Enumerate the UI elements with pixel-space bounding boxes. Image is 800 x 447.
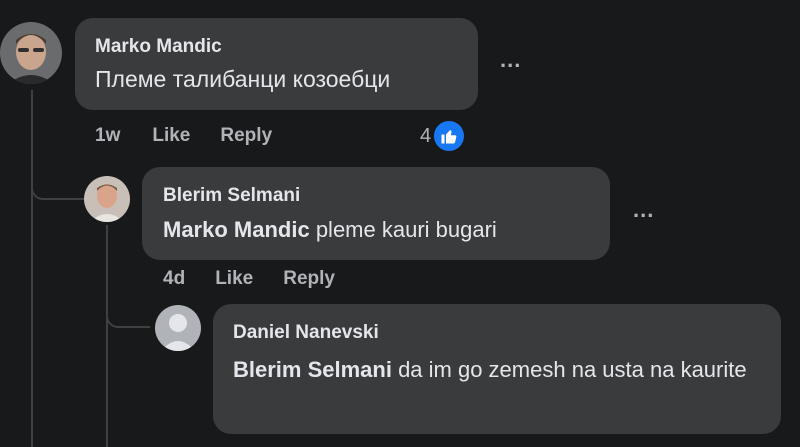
comment-mention[interactable]: Blerim Selmani	[233, 357, 392, 382]
reply-button[interactable]: Reply	[283, 268, 335, 290]
more-options-button[interactable]: ...	[500, 47, 521, 73]
person-photo-icon	[84, 176, 130, 222]
reaction-count: 4	[420, 124, 432, 147]
comment-author[interactable]: Blerim Selmani	[163, 185, 589, 207]
comment-actions-1: 1w Like Reply	[95, 125, 272, 147]
reaction-summary[interactable]: 4	[420, 121, 465, 151]
comment-text: Marko Mandic pleme kauri bugari	[163, 217, 589, 243]
avatar-daniel-nanevski[interactable]	[155, 305, 201, 351]
comment-bubble-3: Daniel Nanevski Blerim Selmani da im go …	[213, 304, 781, 434]
default-profile-icon	[155, 305, 201, 351]
comment-author[interactable]: Marko Mandic	[95, 36, 458, 58]
reply-button[interactable]: Reply	[220, 125, 272, 147]
avatar-marko-mandic[interactable]	[0, 22, 62, 84]
comment-timestamp[interactable]: 1w	[95, 125, 120, 147]
person-photo-icon	[0, 22, 62, 84]
thread-line-reply-1	[106, 225, 108, 447]
comment-body: Племе талибанци козоебци	[95, 66, 391, 92]
comment-actions-2: 4d Like Reply	[163, 268, 335, 290]
comment-author[interactable]: Daniel Nanevski	[233, 322, 761, 344]
comment-text: Blerim Selmani da im go zemesh na usta n…	[233, 352, 753, 388]
comment-bubble-2: Blerim Selmani Marko Mandic pleme kauri …	[142, 167, 610, 260]
thread-connector-reply-1	[31, 170, 85, 200]
avatar-blerim-selmani[interactable]	[84, 176, 130, 222]
like-icon	[434, 121, 465, 151]
comment-mention[interactable]: Marko Mandic	[163, 217, 310, 242]
thread-connector-reply-2	[106, 300, 150, 328]
like-button[interactable]: Like	[215, 268, 253, 290]
like-button[interactable]: Like	[152, 125, 190, 147]
comment-text: Племе талибанци козоебци	[95, 66, 458, 93]
comment-body: pleme kauri bugari	[309, 217, 497, 242]
thread-line-main	[31, 90, 33, 447]
comment-timestamp[interactable]: 4d	[163, 268, 185, 290]
more-options-button[interactable]: ...	[633, 197, 654, 223]
comment-body: da im go zemesh na usta na kaurite	[391, 357, 747, 382]
comment-bubble-1: Marko Mandic Племе талибанци козоебци	[75, 18, 478, 110]
